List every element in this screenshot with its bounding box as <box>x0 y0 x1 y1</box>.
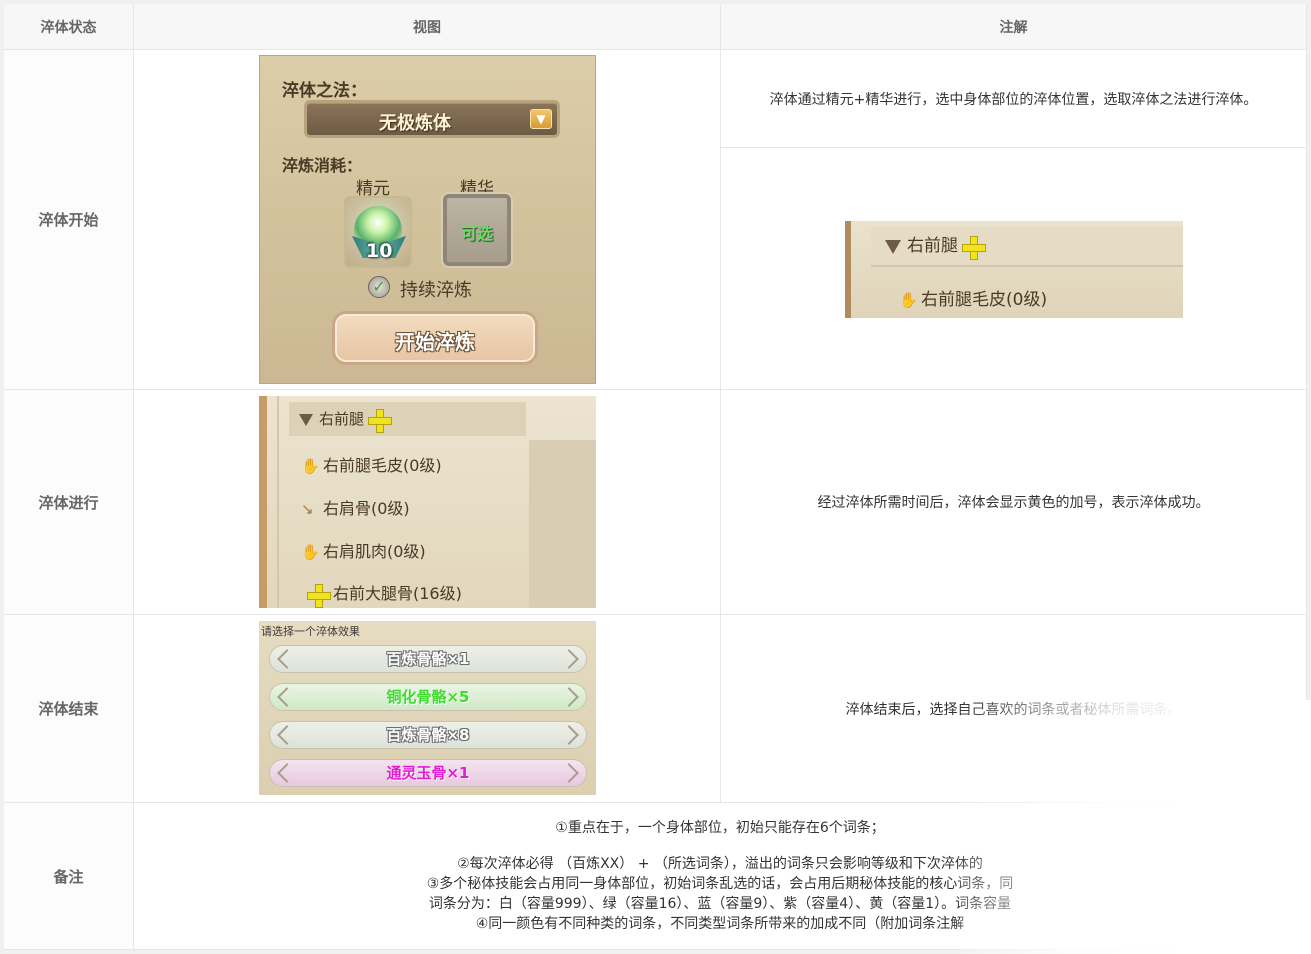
start-temper-button-label: 开始淬炼 <box>395 330 475 354</box>
tree-item[interactable]: ✋ 右前腿毛皮(0级) <box>899 285 1047 310</box>
remarks-content: ①重点在于，一个身体部位，初始只能存在6个词条； ②每次淬体必得 （百炼XX） … <box>134 803 1307 950</box>
tree-side-panel <box>529 440 596 608</box>
header-note: 注解 <box>721 4 1307 50</box>
effect-option-2[interactable]: 铜化骨骼×5 <box>269 683 587 711</box>
body-part-tree-small: 右前腿 ✋ 右前腿毛皮(0级) <box>845 221 1183 318</box>
bone-icon: ↘ <box>301 500 314 518</box>
remark-line-4: 词条分为：白（容量999）、绿（容量16）、蓝（容量9）、紫（容量4）、黄（容量… <box>428 896 1012 912</box>
remark-line-1: ①重点在于，一个身体部位，初始只能存在6个词条； <box>555 820 885 836</box>
body-part-tree: 右前腿 ✋ 右前腿毛皮(0级) ↘ 右肩骨(0级) ✋ 右肩肌肉(0级) 右前大腿骨(… <box>259 396 596 608</box>
effect-option-label: 铜化骨骼×5 <box>386 688 470 706</box>
extract-slot[interactable]: 可选 <box>443 194 511 266</box>
row-label-remarks: 备注 <box>4 803 134 950</box>
continuous-checkbox[interactable]: ✓ <box>368 276 390 298</box>
tree-node-head[interactable]: 右前腿 <box>289 402 526 436</box>
tree-item-2[interactable]: ↘ 右肩骨(0级) <box>301 495 410 519</box>
effect-option-4[interactable]: 通灵玉骨×1 <box>269 759 587 787</box>
extract-optional-text: 可选 <box>460 224 493 243</box>
expand-triangle-icon <box>885 240 901 254</box>
method-dropdown[interactable]: 无极炼体 ▼ <box>304 100 560 138</box>
effect-option-label: 通灵玉骨×1 <box>386 764 470 782</box>
tree-node-head[interactable]: 右前腿 <box>871 227 1183 267</box>
continuous-label: 持续淬炼 <box>400 280 472 301</box>
method-title: 淬体之法： <box>282 81 367 101</box>
header-state: 淬体状态 <box>4 4 134 50</box>
tree-item-label: 右肩骨(0级) <box>323 499 410 518</box>
tree-item-label: 右前腿毛皮(0级) <box>921 290 1048 310</box>
temper-panel: 淬体之法： 无极炼体 ▼ 淬炼消耗： 精元 精华 10 可选 ✓ 持续淬炼 开始… <box>259 55 596 384</box>
note-end: 淬体结束后，选择自己喜欢的词条或者秘体所需词条。 <box>721 615 1307 803</box>
essence-slot[interactable]: 10 <box>344 196 412 268</box>
note-start: 淬体通过精元+精华进行，选中身体部位的淬体位置，选取淬体之法进行淬体。 <box>721 50 1307 148</box>
choose-effect-caption: 请选择一个淬体效果 <box>261 625 360 638</box>
header-view: 视图 <box>134 4 721 50</box>
tree-item-1[interactable]: ✋ 右前腿毛皮(0级) <box>301 452 442 476</box>
note-progress: 经过淬体所需时间后，淬体会显示黄色的加号，表示淬体成功。 <box>721 390 1307 615</box>
yellow-plus-icon <box>307 583 331 608</box>
hand-icon: ✋ <box>301 543 320 561</box>
row-label-end: 淬体结束 <box>4 615 134 803</box>
essence-count: 10 <box>366 240 393 262</box>
choose-effect-panel: 请选择一个淬体效果 百炼骨骼×1 铜化骨骼×5 百炼骨骼×8 通灵玉骨×1 <box>259 621 596 795</box>
effect-option-1[interactable]: 百炼骨骼×1 <box>269 645 587 673</box>
chevron-down-icon[interactable]: ▼ <box>530 109 552 129</box>
tree-head-label: 右前腿 <box>907 236 958 256</box>
effect-option-3[interactable]: 百炼骨骼×8 <box>269 721 587 749</box>
yellow-plus-icon <box>962 236 986 260</box>
row-label-start: 淬体开始 <box>4 50 134 390</box>
cost-title: 淬炼消耗： <box>282 156 363 175</box>
method-dropdown-value: 无极炼体 <box>379 113 451 134</box>
yellow-plus-icon <box>368 409 393 433</box>
effect-option-label: 百炼骨骼×8 <box>386 726 470 744</box>
effect-option-label: 百炼骨骼×1 <box>386 650 470 668</box>
hand-icon: ✋ <box>301 457 320 475</box>
remark-line-5: ④同一颜色有不同种类的词条，不同类型词条所带来的加成不同（附加词条注解 <box>475 916 965 932</box>
tree-left-strip <box>277 396 279 608</box>
tree-item-label: 右前大腿骨(16级) <box>333 584 462 603</box>
hand-icon: ✋ <box>899 291 918 309</box>
tree-head-label: 右前腿 <box>319 410 365 428</box>
tree-item-3[interactable]: ✋ 右肩肌肉(0级) <box>301 538 426 562</box>
tree-item-4[interactable]: 右前大腿骨(16级) <box>307 580 462 608</box>
expand-triangle-icon <box>299 414 313 426</box>
remark-line-3: ③多个秘体技能会占用同一身体部位，初始词条乱选的话，会占用后期秘体技能的核心词条… <box>426 876 1014 892</box>
tree-item-label: 右肩肌肉(0级) <box>323 542 426 561</box>
start-temper-button[interactable]: 开始淬炼 <box>332 311 538 365</box>
remark-line-2: ②每次淬体必得 （百炼XX） + （所选词条），溢出的词条只会影响等级和下次淬体… <box>457 856 983 872</box>
tree-item-label: 右前腿毛皮(0级) <box>323 456 442 475</box>
row-label-progress: 淬体进行 <box>4 390 134 615</box>
info-table: 淬体状态 视图 注解 淬体开始 淬体通过精元+精华进行，选中身体部位的淬体位置，… <box>4 4 1307 950</box>
